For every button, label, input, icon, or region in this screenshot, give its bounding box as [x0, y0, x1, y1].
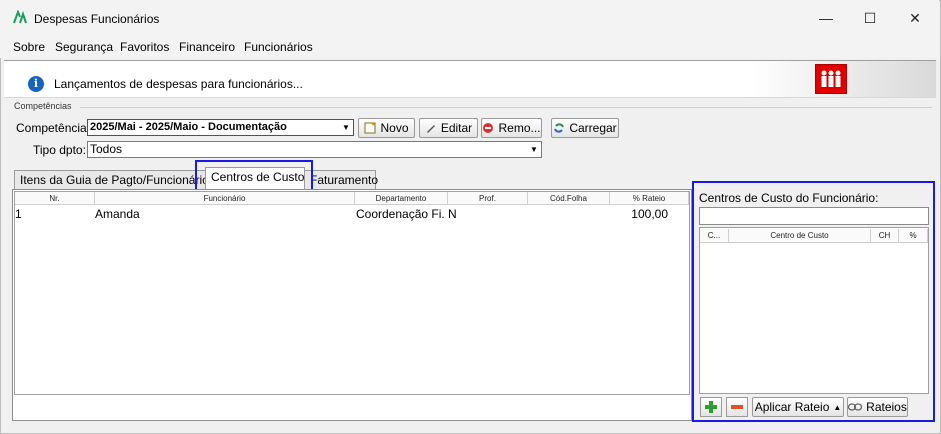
tipo-dpto-select[interactable]: Todos ▼ — [87, 141, 542, 158]
column-header-funcionario[interactable]: Funcionário — [95, 192, 355, 205]
chevron-down-icon: ▼ — [530, 145, 538, 154]
pencil-icon — [426, 125, 435, 133]
cell-funcionario: Amanda — [95, 207, 140, 221]
new-document-icon — [364, 122, 376, 134]
menu-favoritos[interactable]: Favoritos — [120, 40, 169, 54]
maximize-button[interactable]: ☐ — [847, 0, 893, 36]
column-header-departamento[interactable]: Departamento — [355, 192, 448, 205]
info-icon: i — [28, 76, 44, 92]
editar-button[interactable]: Editar — [419, 118, 478, 138]
column-header-prof[interactable]: Prof. — [448, 192, 528, 205]
close-button[interactable]: ✕ — [892, 0, 938, 36]
cell-prof: N — [448, 207, 457, 221]
remove-icon — [483, 123, 494, 133]
tab-faturamento[interactable]: Faturamento — [304, 170, 378, 189]
column-header-rateio[interactable]: % Rateio — [610, 192, 689, 205]
carregar-label: Carregar — [569, 121, 617, 135]
cell-rateio: 100,00 — [631, 207, 668, 221]
tab-itens-guia[interactable]: Itens da Guia de Pagto/Funcionários — [14, 170, 215, 189]
window-title: Despesas Funcionários — [34, 12, 160, 26]
cell-departamento: Coordenação Fi... — [356, 207, 446, 221]
novo-button[interactable]: Novo — [358, 118, 415, 138]
carregar-button[interactable]: Carregar — [551, 118, 619, 138]
remover-label: Remo... — [498, 121, 541, 135]
competencia-label: Competência: — [16, 121, 91, 135]
menu-funcionarios[interactable]: Funcionários — [244, 40, 313, 54]
cell-nr: 1 — [15, 207, 22, 221]
app-logo-icon — [13, 10, 27, 24]
competencia-select[interactable]: 2025/Mai - 2025/Maio - Documentação ▼ — [87, 119, 354, 136]
minimize-button[interactable]: — — [803, 0, 849, 36]
side-panel-highlight-box — [692, 181, 935, 422]
competencia-value: 2025/Mai - 2025/Maio - Documentação — [90, 121, 287, 133]
editar-label: Editar — [440, 121, 473, 135]
novo-label: Novo — [380, 121, 409, 135]
menu-sobre[interactable]: Sobre — [13, 40, 45, 54]
menu-seguranca[interactable]: Segurança — [55, 40, 113, 54]
section-divider — [80, 107, 932, 108]
menu-financeiro[interactable]: Financeiro — [179, 40, 235, 54]
remover-button[interactable]: Remo... — [481, 118, 542, 138]
section-title: Competências — [14, 101, 72, 111]
chevron-down-icon: ▼ — [342, 123, 350, 132]
column-header-cod-folha[interactable]: Cód.Folha — [528, 192, 610, 205]
tipo-dpto-label: Tipo dpto: — [33, 143, 86, 157]
people-icon — [815, 64, 847, 94]
column-header-nr[interactable]: Nr. — [15, 192, 95, 205]
info-text: Lançamentos de despesas para funcionário… — [54, 77, 303, 91]
reload-icon — [554, 123, 565, 133]
tipo-dpto-value: Todos — [90, 142, 123, 156]
